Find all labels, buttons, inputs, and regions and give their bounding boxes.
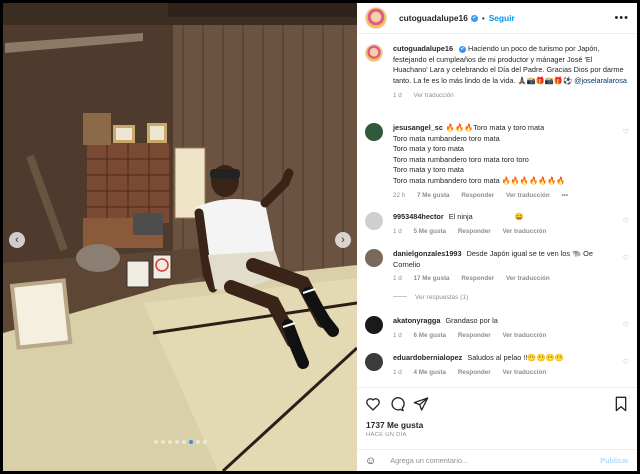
comment-item: 9953484hector El ninja 😄 1 d 5 Me gusta …	[365, 212, 629, 237]
verified-badge-icon: ✔	[470, 14, 478, 22]
comment-text: Grandaso por la	[445, 316, 498, 325]
comment-time: 1 d	[393, 275, 402, 283]
caption-avatar[interactable]	[365, 44, 383, 62]
next-photo-button[interactable]: ›	[335, 232, 351, 248]
save-bookmark-icon[interactable]	[613, 396, 629, 412]
comments-list[interactable]: cutoguadalupe16 ✔ Haciendo un poco de tur…	[357, 35, 637, 386]
caption-translate-link[interactable]: Ver traducción	[414, 92, 454, 99]
carousel-dot	[181, 440, 186, 444]
reply-button[interactable]: Responder	[461, 275, 494, 282]
carousel-dot	[174, 440, 179, 444]
comment-meta: 22 h 7 Me gusta Responder Ver traducción…	[393, 191, 613, 202]
reply-button[interactable]: Responder	[461, 192, 494, 199]
comment-meta: 1 d 5 Me gusta Responder Ver traducción	[393, 227, 613, 238]
comment-item: danielgonzales1993 Desde Japón igual se …	[365, 249, 629, 303]
comment-username[interactable]: jesusangel_sc	[393, 123, 443, 132]
comment-item: akatonyragga Grandaso por la 1 d 6 Me gu…	[365, 316, 629, 341]
carousel-dot	[195, 440, 200, 444]
comment-time: 1 d	[393, 368, 402, 376]
comment-likes[interactable]: 6 Me gusta	[414, 332, 447, 339]
like-comment-heart-icon[interactable]: ♡	[623, 128, 629, 136]
comment-text: Saludos al pelao !!😶😶😶😶	[467, 353, 564, 362]
carousel-dot	[167, 440, 172, 444]
comment-meta: 1 d 6 Me gusta Responder Ver traducción	[393, 331, 613, 342]
verified-badge-icon: ✔	[459, 46, 467, 53]
author-username[interactable]: cutoguadalupe16	[399, 13, 468, 23]
view-replies-label: Ver respuestas (1)	[415, 293, 469, 301]
comment-emoji: 😄	[514, 212, 524, 221]
comment-time: 1 d	[393, 331, 402, 339]
like-comment-heart-icon[interactable]: ♡	[623, 217, 629, 225]
comment-likes[interactable]: 5 Me gusta	[414, 228, 447, 235]
comment-meta: 1 d 17 Me gusta Responder Ver traducción	[393, 274, 613, 285]
reply-button[interactable]: Responder	[458, 369, 491, 376]
reply-button[interactable]: Responder	[458, 228, 491, 235]
publish-button[interactable]: Publicar	[600, 456, 629, 465]
translate-link[interactable]: Ver traducción	[506, 275, 550, 282]
commenter-avatar[interactable]	[365, 123, 383, 141]
comment-time: 1 d	[393, 227, 402, 235]
like-comment-heart-icon[interactable]: ♡	[623, 254, 629, 262]
reply-button[interactable]: Responder	[458, 332, 491, 339]
caption-username[interactable]: cutoguadalupe16	[393, 44, 453, 53]
more-options-icon[interactable]: •••	[614, 12, 629, 24]
follow-button[interactable]: Seguir	[489, 13, 515, 23]
caption-mention[interactable]: @joselaralarosa	[574, 76, 627, 85]
comment-meta: 1 d 4 Me gusta Responder Ver traducción	[393, 368, 613, 379]
post-time: HACE UN DÍA	[366, 432, 407, 438]
carousel-indicator	[3, 431, 357, 449]
view-replies-button[interactable]: Ver respuestas (1)	[393, 293, 613, 304]
commenter-avatar[interactable]	[365, 212, 383, 230]
add-comment-bar: ☺ Publicar	[357, 449, 637, 471]
post-header: cutoguadalupe16 ✔ • Seguir •••	[357, 3, 637, 34]
caption: cutoguadalupe16 ✔ Haciendo un poco de tur…	[365, 44, 629, 102]
separator-dot: •	[481, 13, 485, 23]
translate-link[interactable]: Ver traducción	[502, 332, 546, 339]
comment-likes[interactable]: 7 Me gusta	[417, 192, 450, 199]
comment-text: 🔥🔥🔥Toro mata y toro mata Toro mata rumba…	[393, 123, 566, 185]
comment-likes[interactable]: 4 Me gusta	[414, 369, 447, 376]
like-comment-heart-icon[interactable]: ♡	[623, 321, 629, 329]
carousel-dot	[188, 440, 193, 444]
comment-time: 22 h	[393, 191, 406, 199]
post-details-panel: cutoguadalupe16 ✔ • Seguir ••• cutoguada…	[357, 3, 637, 471]
share-send-icon[interactable]	[413, 396, 429, 412]
caption-time: 1 d	[393, 92, 402, 100]
translate-link[interactable]: Ver traducción	[502, 228, 546, 235]
comment-item: jesusangel_sc 🔥🔥🔥Toro mata y toro mata To…	[365, 123, 629, 201]
comment-more-icon[interactable]: •••	[561, 192, 568, 199]
comment-likes[interactable]: 17 Me gusta	[414, 275, 450, 282]
post-actions: 1737 Me gusta HACE UN DÍA	[357, 387, 637, 457]
comment-username[interactable]: 9953484hector	[393, 212, 444, 221]
translate-link[interactable]: Ver traducción	[506, 192, 550, 199]
previous-photo-button[interactable]: ‹	[9, 232, 25, 248]
comment-bubble-icon[interactable]	[389, 396, 405, 412]
like-comment-heart-icon[interactable]: ♡	[623, 358, 629, 366]
carousel-dot	[153, 440, 158, 444]
author-avatar[interactable]	[365, 7, 387, 29]
comment-item: eduardobernialopez Saludos al pelao !!😶😶…	[365, 353, 629, 378]
commenter-avatar[interactable]	[365, 353, 383, 371]
comment-username[interactable]: eduardobernialopez	[393, 353, 462, 362]
photo-illustration	[3, 3, 357, 471]
carousel-dot	[160, 440, 165, 444]
comment-username[interactable]: danielgonzales1993	[393, 249, 462, 258]
like-heart-icon[interactable]	[365, 396, 381, 412]
instagram-post-modal: ‹ › cutoguadalupe16 ✔ • Seguir ••• cutog…	[0, 0, 640, 474]
carousel-dot	[202, 440, 207, 444]
emoji-picker-icon[interactable]: ☺	[365, 455, 376, 467]
commenter-avatar[interactable]	[365, 249, 383, 267]
caption-meta: 1 d Ver traducción	[393, 91, 629, 102]
comment-username[interactable]: akatonyragga	[393, 316, 440, 325]
translate-link[interactable]: Ver traducción	[502, 369, 546, 376]
commenter-avatar[interactable]	[365, 316, 383, 334]
comment-input[interactable]	[390, 456, 591, 465]
post-photo[interactable]: ‹ ›	[3, 3, 357, 471]
likes-count[interactable]: 1737 Me gusta	[366, 420, 423, 430]
comment-text: El ninja	[448, 212, 473, 221]
